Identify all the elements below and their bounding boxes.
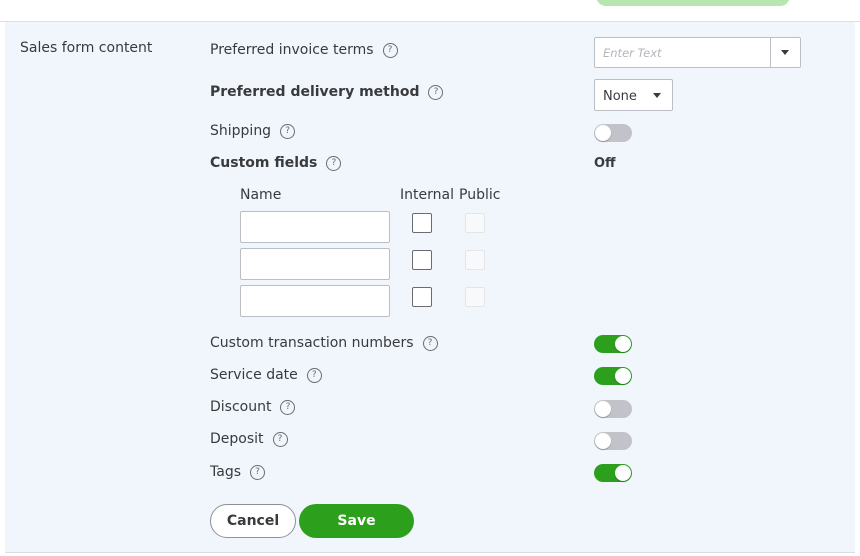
- delivery-method-value: None: [603, 89, 637, 104]
- question-circle-icon[interactable]: ?: [326, 155, 342, 171]
- toggle-knob: [615, 368, 631, 384]
- custom-field-name-input-1[interactable]: [240, 211, 390, 243]
- toggle-knob: [615, 465, 631, 481]
- toggle-knob: [595, 125, 611, 141]
- custom-fields-label: Custom fields: [210, 155, 318, 171]
- question-circle-icon[interactable]: ?: [250, 464, 265, 480]
- invoice-terms-dropdown-button[interactable]: [770, 38, 800, 67]
- tags-label: Tags: [210, 464, 241, 480]
- discount-row: Discount ?: [210, 399, 296, 415]
- discount-toggle[interactable]: [594, 400, 632, 418]
- chevron-down-icon: [781, 50, 789, 55]
- custom-field-name-input-3[interactable]: [240, 285, 390, 317]
- cancel-button[interactable]: Cancel: [210, 504, 296, 538]
- invoice-terms-row: Preferred invoice terms ?: [210, 42, 398, 58]
- delivery-method-row: Preferred delivery method ?: [210, 84, 444, 100]
- service-date-label: Service date: [210, 367, 298, 383]
- previous-section-button-edge[interactable]: [596, 0, 790, 6]
- toggle-knob: [595, 433, 611, 449]
- invoice-terms-combobox[interactable]: Enter Text: [594, 37, 801, 68]
- toggle-knob: [615, 336, 631, 352]
- question-circle-icon[interactable]: ?: [272, 431, 288, 447]
- question-circle-icon[interactable]: ?: [382, 42, 398, 58]
- column-header-internal: Internal: [400, 187, 454, 203]
- tags-toggle[interactable]: [594, 464, 632, 482]
- custom-field-internal-checkbox-1[interactable]: [412, 213, 432, 233]
- question-circle-icon[interactable]: ?: [428, 84, 444, 100]
- chevron-down-icon: [653, 93, 661, 98]
- shipping-label: Shipping: [210, 123, 272, 139]
- custom-field-public-checkbox-3: [465, 287, 485, 307]
- custom-fields-status: Off: [594, 156, 616, 171]
- deposit-toggle[interactable]: [594, 432, 632, 450]
- question-circle-icon[interactable]: ?: [422, 335, 438, 351]
- custom-transaction-numbers-row: Custom transaction numbers ?: [210, 335, 438, 351]
- question-circle-icon[interactable]: ?: [280, 123, 296, 139]
- custom-transaction-numbers-toggle[interactable]: [594, 335, 632, 353]
- service-date-row: Service date ?: [210, 367, 322, 383]
- discount-label: Discount: [210, 399, 272, 415]
- shipping-row: Shipping ?: [210, 123, 296, 139]
- column-header-public: Public: [459, 187, 501, 203]
- question-circle-icon[interactable]: ?: [280, 399, 296, 415]
- deposit-label: Deposit: [210, 431, 264, 447]
- toggle-knob: [595, 401, 611, 417]
- custom-field-public-checkbox-2: [465, 250, 485, 270]
- deposit-row: Deposit ?: [210, 431, 288, 447]
- delivery-method-label: Preferred delivery method: [210, 84, 420, 100]
- custom-field-internal-checkbox-2[interactable]: [412, 250, 432, 270]
- tags-row: Tags ?: [210, 464, 265, 480]
- custom-field-public-checkbox-1: [465, 213, 485, 233]
- invoice-terms-label: Preferred invoice terms: [210, 42, 374, 58]
- custom-field-name-input-2[interactable]: [240, 248, 390, 280]
- section-title: Sales form content: [20, 40, 153, 56]
- invoice-terms-placeholder[interactable]: Enter Text: [603, 46, 662, 60]
- delivery-method-select[interactable]: None: [594, 79, 673, 111]
- shipping-toggle[interactable]: [594, 124, 632, 142]
- service-date-toggle[interactable]: [594, 367, 632, 385]
- custom-transaction-numbers-label: Custom transaction numbers: [210, 335, 414, 351]
- custom-fields-row: Custom fields ?: [210, 155, 342, 171]
- previous-section: [0, 0, 860, 22]
- question-circle-icon[interactable]: ?: [306, 367, 322, 383]
- column-header-name: Name: [240, 187, 282, 203]
- save-button[interactable]: Save: [299, 504, 414, 538]
- custom-field-internal-checkbox-3[interactable]: [412, 287, 432, 307]
